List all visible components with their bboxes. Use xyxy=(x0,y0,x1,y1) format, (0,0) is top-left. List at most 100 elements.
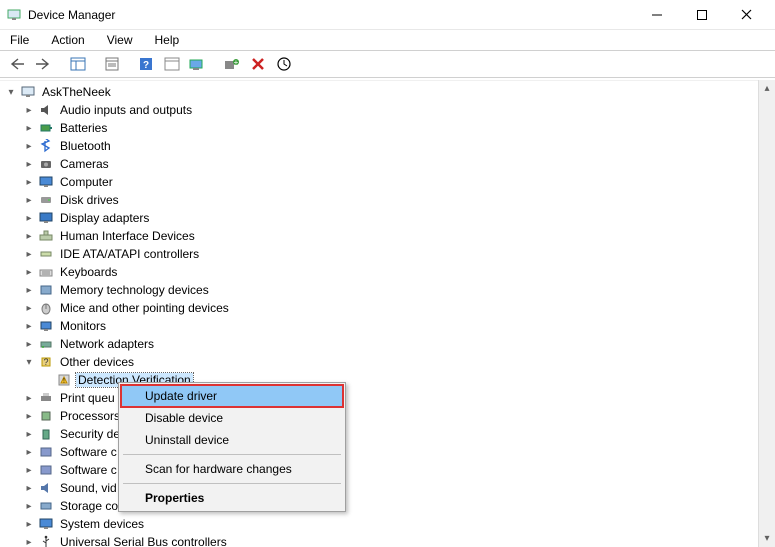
memory-icon xyxy=(38,282,54,298)
ctx-properties[interactable]: Properties xyxy=(121,487,343,509)
cpu-icon xyxy=(38,408,54,424)
tree-item-display-adapters[interactable]: ▸ Display adapters xyxy=(4,209,775,227)
chevron-right-icon[interactable]: ▸ xyxy=(22,283,36,297)
chevron-right-icon[interactable]: ▸ xyxy=(22,139,36,153)
back-button[interactable] xyxy=(6,53,30,75)
computer-icon xyxy=(20,84,36,100)
menu-file[interactable]: File xyxy=(6,32,33,48)
device-tree[interactable]: ▾ AskTheNeek ▸ Audio inputs and outputs … xyxy=(0,81,775,547)
chevron-right-icon[interactable]: ▸ xyxy=(22,193,36,207)
chevron-right-icon[interactable]: ▸ xyxy=(22,391,36,405)
maximize-button[interactable] xyxy=(679,1,724,29)
scroll-down-icon[interactable]: ▾ xyxy=(759,530,775,547)
forward-button[interactable] xyxy=(32,53,56,75)
uninstall-button[interactable] xyxy=(246,53,270,75)
chevron-right-icon[interactable]: ▸ xyxy=(22,517,36,531)
keyboard-icon xyxy=(38,264,54,280)
monitor-small-icon xyxy=(38,318,54,334)
properties-button[interactable] xyxy=(100,53,124,75)
tree-item-mice[interactable]: ▸ Mice and other pointing devices xyxy=(4,299,775,317)
mouse-icon xyxy=(38,300,54,316)
svg-text:?: ? xyxy=(143,60,149,71)
scan-hardware-button[interactable] xyxy=(186,53,210,75)
tree-item-memory-tech[interactable]: ▸ Memory technology devices xyxy=(4,281,775,299)
hid-icon xyxy=(38,228,54,244)
tree-item-keyboards[interactable]: ▸ Keyboards xyxy=(4,263,775,281)
chevron-right-icon[interactable]: ▸ xyxy=(22,337,36,351)
tree-root[interactable]: ▾ AskTheNeek xyxy=(4,83,775,101)
svg-text:+: + xyxy=(234,58,239,67)
ctx-update-driver[interactable]: Update driver xyxy=(121,385,343,407)
tree-item-monitors[interactable]: ▸ Monitors xyxy=(4,317,775,335)
svg-text:!: ! xyxy=(63,378,65,385)
tree-item-disk-drives[interactable]: ▸ Disk drives xyxy=(4,191,775,209)
chevron-down-icon[interactable]: ▾ xyxy=(4,85,18,99)
chevron-right-icon[interactable]: ▸ xyxy=(22,103,36,117)
toolbar: ? + xyxy=(0,50,775,78)
tree-item-audio[interactable]: ▸ Audio inputs and outputs xyxy=(4,101,775,119)
device-tree-area: ▾ AskTheNeek ▸ Audio inputs and outputs … xyxy=(0,80,775,547)
chevron-right-icon[interactable]: ▸ xyxy=(22,301,36,315)
add-legacy-button[interactable]: + xyxy=(220,53,244,75)
chevron-right-icon[interactable]: ▸ xyxy=(22,445,36,459)
chevron-right-icon[interactable]: ▸ xyxy=(22,481,36,495)
tree-item-network[interactable]: ▸ Network adapters xyxy=(4,335,775,353)
battery-icon xyxy=(38,120,54,136)
chevron-right-icon[interactable]: ▸ xyxy=(22,409,36,423)
tree-item-hid[interactable]: ▸ Human Interface Devices xyxy=(4,227,775,245)
ctx-separator xyxy=(123,454,341,455)
minimize-button[interactable] xyxy=(634,1,679,29)
vertical-scrollbar[interactable]: ▴ ▾ xyxy=(758,80,775,547)
tree-item-ide[interactable]: ▸ IDE ATA/ATAPI controllers xyxy=(4,245,775,263)
menu-help[interactable]: Help xyxy=(151,32,184,48)
tree-item-batteries[interactable]: ▸ Batteries xyxy=(4,119,775,137)
software-icon xyxy=(38,444,54,460)
chevron-right-icon[interactable]: ▸ xyxy=(22,463,36,477)
help-button[interactable]: ? xyxy=(134,53,158,75)
chevron-right-icon[interactable]: ▸ xyxy=(22,319,36,333)
ctx-scan-hardware[interactable]: Scan for hardware changes xyxy=(121,458,343,480)
context-menu: Update driver Disable device Uninstall d… xyxy=(118,382,346,512)
tree-item-computer[interactable]: ▸ Computer xyxy=(4,173,775,191)
menu-action[interactable]: Action xyxy=(47,32,88,48)
tree-item-usb-controllers[interactable]: ▸ Universal Serial Bus controllers xyxy=(4,533,775,547)
display-adapter-icon xyxy=(38,210,54,226)
tree-item-cameras[interactable]: ▸ Cameras xyxy=(4,155,775,173)
scroll-up-icon[interactable]: ▴ xyxy=(759,80,775,97)
tree-root-label: AskTheNeek xyxy=(40,85,113,99)
app-icon xyxy=(6,7,22,23)
chevron-right-icon[interactable]: ▸ xyxy=(22,229,36,243)
usb-icon xyxy=(38,534,54,547)
chevron-right-icon[interactable]: ▸ xyxy=(22,499,36,513)
window-title: Device Manager xyxy=(28,8,115,22)
disk-icon xyxy=(38,192,54,208)
update-driver-button[interactable] xyxy=(272,53,296,75)
close-button[interactable] xyxy=(724,1,769,29)
tree-item-bluetooth[interactable]: ▸ Bluetooth xyxy=(4,137,775,155)
ctx-disable-device[interactable]: Disable device xyxy=(121,407,343,429)
chevron-right-icon[interactable]: ▸ xyxy=(22,535,36,547)
menu-bar: File Action View Help xyxy=(0,30,775,50)
printer-icon xyxy=(38,390,54,406)
chevron-right-icon[interactable]: ▸ xyxy=(22,175,36,189)
system-icon xyxy=(38,516,54,532)
title-bar: Device Manager xyxy=(0,0,775,30)
monitor-icon xyxy=(38,174,54,190)
security-icon xyxy=(38,426,54,442)
chevron-right-icon[interactable]: ▸ xyxy=(22,157,36,171)
chevron-down-icon[interactable]: ▾ xyxy=(22,355,36,369)
tree-item-system-devices[interactable]: ▸ System devices xyxy=(4,515,775,533)
show-hide-tree-button[interactable] xyxy=(66,53,90,75)
software-icon xyxy=(38,462,54,478)
menu-view[interactable]: View xyxy=(103,32,137,48)
chevron-right-icon[interactable]: ▸ xyxy=(22,265,36,279)
chevron-right-icon[interactable]: ▸ xyxy=(22,427,36,441)
chevron-right-icon[interactable]: ▸ xyxy=(22,247,36,261)
chevron-right-icon[interactable]: ▸ xyxy=(22,121,36,135)
ctx-uninstall-device[interactable]: Uninstall device xyxy=(121,429,343,451)
action-list-button[interactable] xyxy=(160,53,184,75)
tree-item-other-devices[interactable]: ▾ ? Other devices xyxy=(4,353,775,371)
ide-icon xyxy=(38,246,54,262)
chevron-right-icon[interactable]: ▸ xyxy=(22,211,36,225)
speaker-icon xyxy=(38,102,54,118)
